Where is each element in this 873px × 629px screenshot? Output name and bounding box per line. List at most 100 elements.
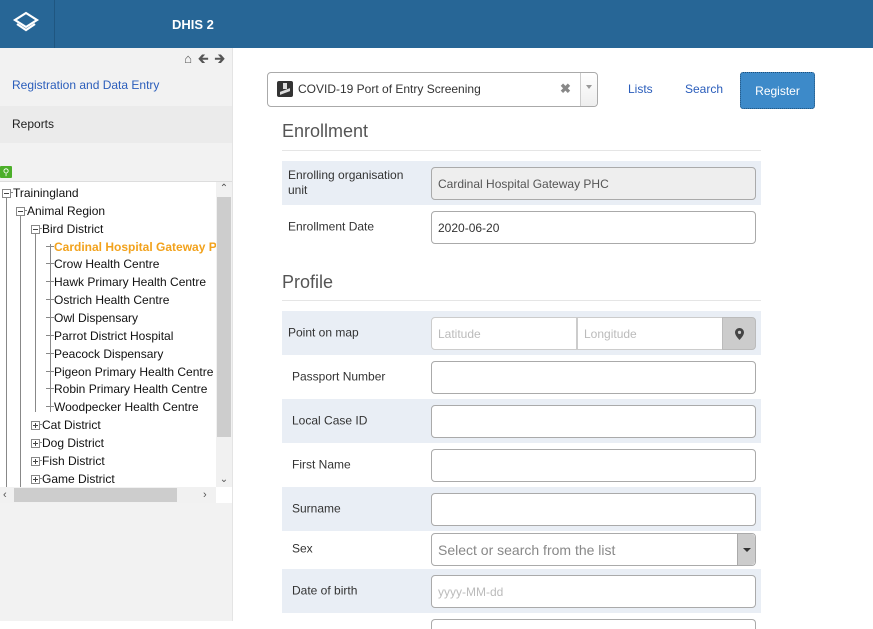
menu-reports[interactable]: Reports [0, 106, 232, 143]
app-title: DHIS 2 [172, 17, 214, 32]
tree-node[interactable]: Game District [31, 470, 115, 487]
tree-node[interactable]: Pigeon Primary Health Centre [46, 363, 213, 381]
sex-select[interactable]: Select or search from the list [431, 533, 756, 566]
divider [282, 300, 761, 301]
tree-node[interactable]: Fish District [31, 452, 105, 470]
expand-icon[interactable] [31, 438, 40, 448]
tree-node[interactable]: Trainingland [2, 184, 79, 202]
tree-connector [46, 406, 54, 408]
org-unit-row: Enrolling organisation unit [282, 161, 761, 205]
date-of-birth-input[interactable] [431, 575, 756, 608]
tree-connector [46, 245, 54, 247]
scroll-down-icon[interactable]: ⌄ [216, 474, 232, 485]
passport-label: Passport Number [292, 369, 386, 384]
tree-connector [46, 352, 54, 354]
tree-node-label: Woodpecker Health Centre [54, 400, 199, 415]
collapse-icon[interactable] [16, 206, 25, 216]
scroll-right-icon[interactable]: › [203, 487, 207, 503]
tree-connector [46, 388, 54, 390]
local-case-label: Local Case ID [292, 413, 368, 428]
menu-registration-data-entry[interactable]: Registration and Data Entry [12, 78, 159, 92]
latitude-input[interactable] [431, 317, 577, 350]
tree-connector [46, 334, 54, 336]
surname-input[interactable] [431, 493, 756, 526]
horizontal-scroll-thumb[interactable] [14, 488, 177, 502]
tree-guide-line [35, 226, 36, 412]
org-unit-label: Enrolling organisation unit [288, 168, 404, 197]
local-case-row: Local Case ID [282, 399, 761, 443]
scroll-left-icon[interactable]: ‹ [3, 487, 7, 503]
collapse-icon[interactable] [2, 189, 11, 198]
passport-number-input[interactable] [431, 361, 756, 394]
expand-icon[interactable] [31, 456, 40, 466]
vertical-scroll-thumb[interactable] [217, 197, 231, 437]
tree-node[interactable]: Bird District [31, 220, 103, 238]
tree-node-label: Cardinal Hospital Gateway PHC [54, 239, 216, 254]
enrollment-date-row: Enrollment Date [282, 205, 761, 249]
tree-node[interactable]: Robin Primary Health Centre [46, 380, 207, 398]
dhis2-logo-icon [12, 11, 40, 32]
tree-node-label: Fish District [42, 453, 105, 468]
tree-node[interactable]: Crow Health Centre [46, 255, 159, 273]
home-icon[interactable]: ⌂ [184, 52, 192, 66]
lists-link[interactable]: Lists [628, 82, 653, 96]
search-link[interactable]: Search [685, 82, 723, 96]
dob-row: Date of birth [282, 569, 761, 613]
tree-connector [46, 299, 54, 301]
tree-connector [46, 281, 54, 283]
profile-title: Profile [282, 272, 334, 292]
tree-node[interactable]: Dog District [31, 434, 104, 452]
first-name-row: First Name [282, 443, 761, 487]
tree-node[interactable]: Ostrich Health Centre [46, 291, 169, 309]
arrow-left-icon[interactable]: 🡰 [198, 52, 209, 66]
expand-icon[interactable] [31, 421, 40, 431]
org-unit-field [431, 167, 756, 200]
vertical-scrollbar[interactable]: ⌃ ⌄ [216, 182, 232, 487]
tree-node-label: Crow Health Centre [54, 257, 160, 272]
expand-icon[interactable] [31, 474, 40, 484]
horizontal-scrollbar[interactable]: ‹ › [0, 487, 216, 503]
tree-node[interactable]: Cat District [31, 416, 101, 434]
nav-icons: ⌂ 🡰 🡲 [184, 52, 225, 66]
tree-node[interactable]: Animal Region [16, 202, 105, 220]
tree-node[interactable]: Cardinal Hospital Gateway PHC [46, 238, 216, 256]
tree-node-label: Parrot District Hospital [54, 328, 174, 343]
longitude-input[interactable] [577, 317, 723, 350]
tree-node-label: Bird District [42, 221, 104, 236]
scroll-up-icon[interactable]: ⌃ [216, 183, 232, 194]
tree-node[interactable]: Hawk Primary Health Centre [46, 273, 206, 291]
logo-button[interactable] [0, 0, 55, 48]
tree-node[interactable]: Owl Dispensary [46, 309, 138, 327]
chevron-down-icon[interactable] [737, 534, 755, 565]
collapse-icon[interactable] [31, 224, 40, 234]
program-select[interactable]: COVID-19 Port of Entry Screening ✖ [267, 72, 598, 107]
tree-node-label: Peacock Dispensary [54, 346, 164, 361]
tree-guide-line [6, 190, 7, 487]
register-button[interactable]: Register [740, 72, 815, 109]
search-icon[interactable]: ⚲ [0, 166, 12, 178]
main-content: COVID-19 Port of Entry Screening ✖ Lists… [233, 48, 873, 629]
program-value: COVID-19 Port of Entry Screening [298, 82, 481, 96]
enrollment-date-label: Enrollment Date [288, 219, 375, 234]
tree-node[interactable]: Woodpecker Health Centre [46, 398, 199, 416]
surname-row: Surname [282, 487, 761, 531]
tree-node-label: Animal Region [27, 203, 106, 218]
point-on-map-row: Point on map [282, 311, 761, 355]
tree-node-label: Robin Primary Health Centre [54, 382, 208, 397]
sex-label: Sex [292, 541, 313, 556]
program-icon [277, 81, 293, 97]
tree-node-label: Cat District [42, 418, 101, 433]
map-picker-button[interactable] [722, 317, 756, 350]
sex-placeholder: Select or search from the list [438, 542, 616, 558]
enrollment-date-field[interactable] [431, 211, 756, 244]
tree-connector [46, 263, 54, 265]
first-name-input[interactable] [431, 449, 756, 482]
clear-icon[interactable]: ✖ [560, 81, 571, 97]
first-name-label: First Name [292, 457, 351, 472]
local-case-id-input[interactable] [431, 405, 756, 438]
chevron-down-icon[interactable] [580, 73, 597, 106]
arrow-right-icon[interactable]: 🡲 [214, 52, 225, 66]
sidebar: ⌂ 🡰 🡲 Registration and Data Entry Report… [0, 48, 233, 621]
tree-node[interactable]: Peacock Dispensary [46, 345, 163, 363]
tree-node[interactable]: Parrot District Hospital [46, 327, 173, 345]
